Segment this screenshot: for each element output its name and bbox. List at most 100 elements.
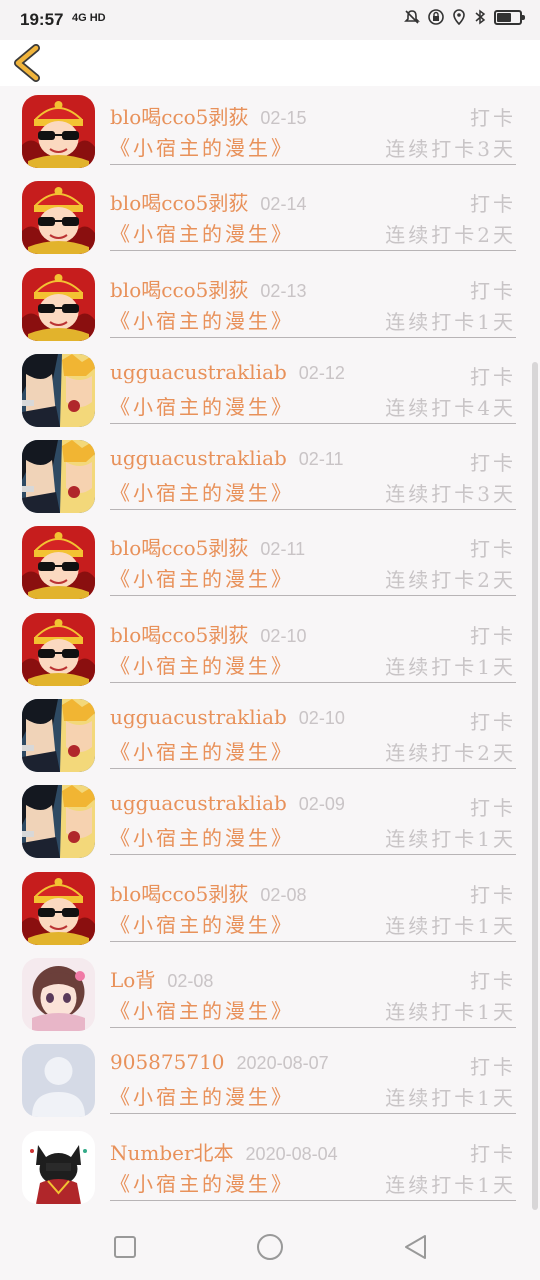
divider — [110, 854, 516, 856]
divider — [110, 336, 516, 338]
divider — [110, 250, 516, 252]
status-bar: 19:57 4G HD — [0, 0, 540, 40]
checkin-row[interactable]: blo喝cco5剥荻 02-15 《小宿主的漫生》 打卡 连续打卡3天 — [0, 92, 540, 178]
avatar[interactable] — [22, 612, 95, 686]
avatar[interactable] — [22, 957, 95, 1031]
username-text: ugguacustrakliab — [110, 705, 287, 730]
divider — [110, 1026, 516, 1028]
avatar[interactable] — [22, 440, 95, 514]
username: blo喝cco5剥荻 02-10 — [110, 619, 306, 648]
avatar[interactable] — [22, 526, 95, 600]
avatar[interactable] — [22, 1044, 95, 1118]
checkin-label: 打卡 — [470, 451, 516, 476]
book-title: 《小宿主的漫生》 — [110, 394, 294, 419]
username-text: blo喝cco5剥荻 — [110, 105, 249, 129]
checkin-label: 打卡 — [470, 796, 516, 821]
back-triangle-icon[interactable] — [400, 1232, 430, 1262]
checkin-label: 打卡 — [470, 623, 516, 648]
checkin-row[interactable]: ugguacustrakliab 02-12 《小宿主的漫生》 打卡 连续打卡4天 — [0, 351, 540, 437]
avatar[interactable] — [22, 871, 95, 945]
checkin-label: 打卡 — [470, 278, 516, 303]
checkin-date: 02-10 — [260, 625, 307, 646]
avatar[interactable] — [22, 785, 95, 859]
checkin-row[interactable]: ugguacustrakliab 02-10 《小宿主的漫生》 打卡 连续打卡2天 — [0, 696, 540, 782]
username-text: 905875710 — [110, 1050, 225, 1075]
divider — [110, 164, 516, 165]
checkin-date: 02-14 — [260, 194, 307, 215]
streak-text: 连续打卡2天 — [385, 223, 516, 248]
divider — [110, 509, 516, 511]
checkin-date: 02-13 — [260, 280, 307, 301]
network-indicator: 4G HD — [72, 12, 106, 24]
username-text: ugguacustrakliab — [110, 446, 287, 471]
mute-icon — [404, 10, 420, 24]
checkin-row[interactable]: blo喝cco5剥荻 02-11 《小宿主的漫生》 打卡连续打卡2天 — [0, 523, 540, 609]
divider — [110, 768, 516, 770]
header — [0, 40, 540, 86]
avatar[interactable] — [22, 353, 95, 427]
book-title: 《小宿主的漫生》 — [110, 136, 294, 160]
avatar[interactable] — [22, 181, 95, 255]
book-title: 《小宿主的漫生》 — [110, 826, 294, 851]
bluetooth-icon — [475, 9, 486, 25]
checkin-row[interactable]: ugguacustrakliab 02-09 《小宿主的漫生》 打卡连续打卡1天 — [0, 782, 540, 868]
avatar[interactable] — [22, 267, 95, 341]
avatar[interactable] — [22, 699, 95, 773]
username-text: blo喝cco5剥荻 — [110, 536, 249, 561]
avatar[interactable] — [22, 95, 95, 168]
nav-bar — [0, 1212, 540, 1280]
recent-apps-icon[interactable] — [110, 1232, 140, 1262]
divider — [110, 1199, 516, 1201]
streak-text: 连续打卡1天 — [385, 827, 516, 852]
username: ugguacustrakliab 02-11 — [110, 446, 344, 470]
book-title: 《小宿主的漫生》 — [110, 567, 294, 592]
checkin-label: 打卡 — [470, 1141, 516, 1166]
divider — [110, 940, 516, 942]
streak-text: 连续打卡2天 — [385, 568, 516, 593]
streak-text: 连续打卡1天 — [385, 309, 516, 334]
book-title: 《小宿主的漫生》 — [110, 653, 294, 678]
username-text: ugguacustrakliab — [110, 359, 287, 384]
username-text: Number北本 — [110, 1140, 234, 1165]
username-text: blo喝cco5剥荻 — [110, 622, 249, 647]
avatar[interactable] — [22, 1130, 95, 1204]
checkin-label: 打卡 — [470, 537, 516, 562]
checkin-date: 2020-08-07 — [236, 1053, 329, 1074]
streak-text: 连续打卡1天 — [385, 913, 516, 938]
checkin-row[interactable]: blo喝cco5剥荻 02-14 《小宿主的漫生》 打卡 连续打卡2天 — [0, 178, 540, 264]
username: blo喝cco5剥荻 02-08 — [110, 878, 306, 907]
checkin-date: 02-09 — [298, 794, 345, 815]
username-text: Lo背 — [110, 967, 156, 992]
username: blo喝cco5剥荻 02-14 — [110, 187, 306, 216]
username-text: blo喝cco5剥荻 — [110, 191, 249, 216]
battery-icon — [494, 9, 525, 25]
status-time: 19:57 — [20, 10, 64, 29]
book-title: 《小宿主的漫生》 — [110, 998, 294, 1023]
checkin-date: 02-11 — [260, 539, 306, 560]
home-icon[interactable] — [255, 1232, 285, 1262]
checkin-row[interactable]: 905875710 2020-08-07 《小宿主的漫生》 打卡 连续打卡1天 — [0, 1041, 540, 1127]
book-title: 《小宿主的漫生》 — [110, 1085, 294, 1110]
checkin-row[interactable]: Number北本 2020-08-04 《小宿主的漫生》 打卡 连续打卡1天 — [0, 1128, 540, 1214]
username-text: ugguacustrakliab — [110, 791, 287, 816]
username-text: blo喝cco5剥荻 — [110, 881, 249, 906]
checkin-row[interactable]: blo喝cco5剥荻 02-08 《小宿主的漫生》 打卡 连续打卡1天 — [0, 869, 540, 955]
divider — [110, 681, 516, 683]
checkin-row[interactable]: Lo背 02-08 《小宿主的漫生》 打卡 连续打卡1天 — [0, 955, 540, 1041]
username: ugguacustrakliab 02-10 — [110, 705, 345, 729]
book-title: 《小宿主的漫生》 — [110, 1171, 294, 1196]
checkin-row[interactable]: blo喝cco5剥荻 02-10 《小宿主的漫生》 打卡 连续打卡1天 — [0, 610, 540, 696]
checkin-date: 02-11 — [298, 449, 344, 470]
checkin-row[interactable]: ugguacustrakliab 02-11 《小宿主的漫生》 打卡 连续打卡3天 — [0, 437, 540, 523]
streak-text: 连续打卡2天 — [385, 741, 516, 766]
status-icons — [404, 9, 525, 25]
book-title: 《小宿主的漫生》 — [110, 740, 294, 765]
checkin-row[interactable]: blo喝cco5剥荻 02-13 《小宿主的漫生》 打卡 连续打卡1天 — [0, 265, 540, 351]
scrollbar[interactable] — [532, 362, 538, 1210]
book-title: 《小宿主的漫生》 — [110, 222, 294, 247]
book-title: 《小宿主的漫生》 — [110, 308, 294, 333]
checkin-date: 02-08 — [167, 970, 214, 991]
divider — [110, 422, 516, 424]
streak-text: 连续打卡3天 — [385, 482, 516, 507]
chevron-left-icon[interactable] — [10, 44, 46, 82]
